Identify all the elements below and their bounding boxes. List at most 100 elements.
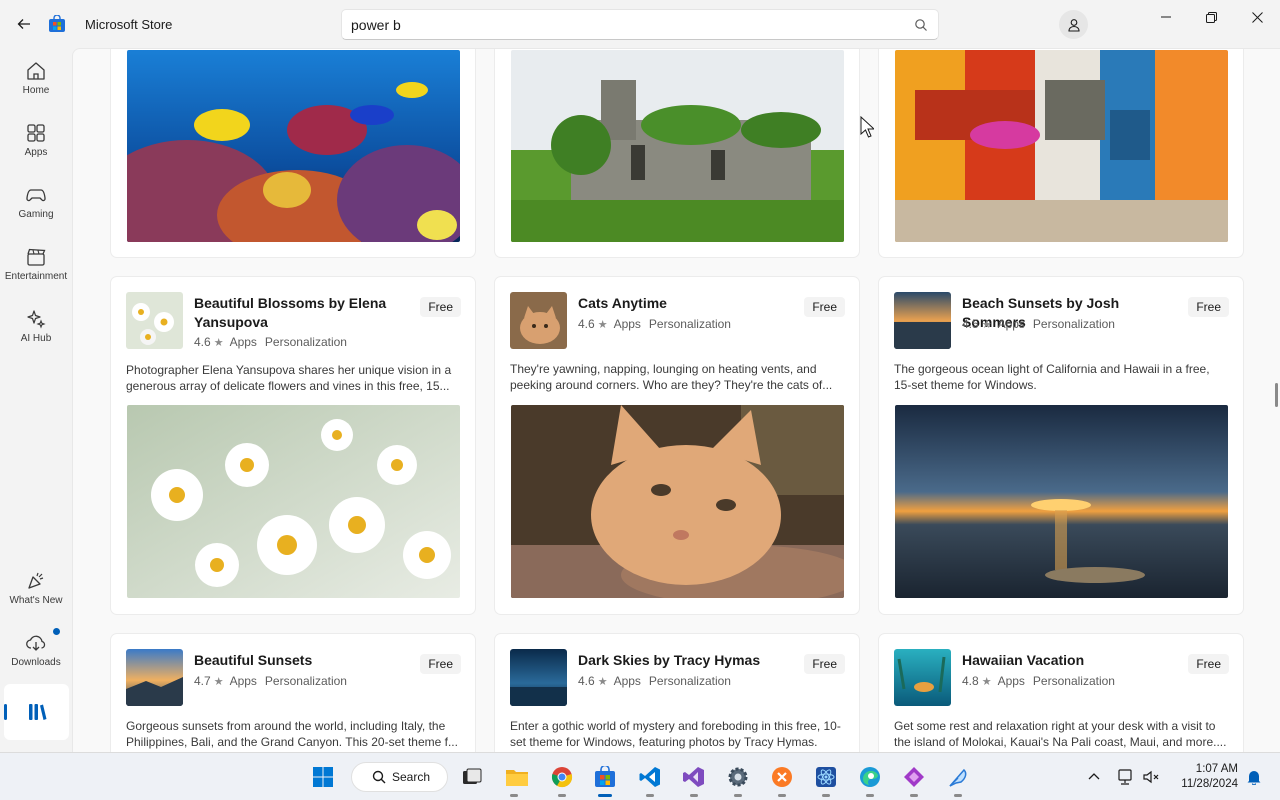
search-icon — [372, 770, 386, 784]
star-icon: ★ — [981, 319, 992, 331]
visual-studio-icon — [683, 767, 704, 787]
show-hidden-icons-button[interactable] — [1080, 763, 1108, 791]
task-view-icon — [463, 768, 482, 784]
maximize-button[interactable] — [1193, 6, 1229, 28]
app-meta: 4.6 ★ Apps Personalization — [578, 674, 731, 688]
sidebar-item-entertainment[interactable]: Entertainment — [0, 244, 72, 302]
entertainment-icon — [27, 248, 46, 266]
ai-hub-icon — [27, 310, 46, 329]
user-account-button[interactable] — [1059, 10, 1088, 39]
sidebar-item-gaming[interactable]: Gaming — [0, 182, 72, 240]
taskbar-app-store[interactable] — [591, 763, 619, 791]
search-results-content: Beautiful Blossoms by Elena Yansupova Fr… — [72, 48, 1280, 752]
category: Apps — [613, 317, 641, 331]
app-description: Gorgeous sunsets from around the world, … — [126, 719, 458, 749]
app-description: Enter a gothic world of mystery and fore… — [510, 719, 841, 749]
result-card[interactable] — [494, 49, 860, 258]
volume-muted-icon — [1143, 770, 1159, 784]
rating: 4.8 — [962, 674, 979, 688]
result-card[interactable] — [878, 49, 1244, 258]
clock[interactable]: 1:07 AM 11/28/2024 — [1170, 762, 1238, 792]
taskbar-search[interactable]: Search — [351, 762, 448, 792]
card-image-stone-ruin — [511, 50, 844, 242]
subcategory: Personalization — [264, 674, 347, 688]
taskbar-app-settings[interactable] — [724, 763, 752, 791]
running-indicator — [646, 794, 654, 797]
app-title[interactable]: Beautiful Sunsets — [194, 651, 404, 670]
sidebar-item-ai-hub[interactable]: AI Hub — [0, 306, 72, 364]
star-icon: ★ — [213, 676, 224, 688]
app-title[interactable]: Cats Anytime — [578, 294, 788, 313]
close-button[interactable] — [1239, 6, 1275, 28]
app-icon — [894, 292, 951, 349]
library-icon — [28, 704, 46, 720]
price-badge[interactable]: Free — [1188, 297, 1229, 317]
rating: 4.6 — [578, 317, 595, 331]
taskbar-search-label: Search — [392, 770, 431, 784]
search-icon[interactable] — [914, 18, 928, 32]
app-icon — [894, 649, 951, 706]
sidebar-item-library[interactable] — [4, 684, 69, 740]
taskbar-app-power-apps[interactable] — [900, 763, 928, 791]
gaming-icon — [26, 189, 46, 202]
sidebar-item-label: Downloads — [11, 657, 61, 668]
back-button[interactable] — [10, 10, 38, 38]
result-card[interactable]: Dark Skies by Tracy Hymas Free 4.6 ★ Apps P… — [494, 633, 860, 752]
app-title[interactable]: Beautiful Blossoms by Elena Yansupova — [194, 294, 404, 332]
sidebar-item-apps[interactable]: Apps — [0, 120, 72, 178]
whats-new-icon — [28, 572, 44, 589]
app-icon — [126, 649, 183, 706]
rating: 4.7 — [194, 674, 211, 688]
store-icon — [595, 766, 615, 787]
price-badge[interactable]: Free — [804, 297, 845, 317]
result-card[interactable]: Cats Anytime Free 4.6 ★ Apps Personalizatio… — [494, 276, 860, 615]
volume-button[interactable] — [1137, 763, 1165, 791]
minimize-button[interactable] — [1148, 6, 1184, 28]
app-title[interactable]: Hawaiian Vacation — [962, 651, 1172, 670]
sidebar-item-label: Home — [22, 85, 50, 96]
card-image-coral-reef — [127, 50, 460, 242]
power-apps-icon — [904, 767, 924, 787]
search-input[interactable] — [351, 16, 891, 34]
taskbar-app-feather[interactable] — [944, 763, 972, 791]
taskbar-app-edge[interactable] — [856, 763, 884, 791]
taskbar-app-react[interactable] — [812, 763, 840, 791]
result-card[interactable]: Beach Sunsets by Josh Sommers Free 4.5 ★ A… — [878, 276, 1244, 615]
taskbar-app-vscode[interactable] — [636, 763, 664, 791]
result-card[interactable] — [110, 49, 476, 258]
taskbar-app-xampp[interactable] — [768, 763, 796, 791]
result-card[interactable]: Beautiful Sunsets Free 4.7 ★ Apps Personali… — [110, 633, 476, 752]
clock-date: 11/28/2024 — [1181, 778, 1238, 790]
price-badge[interactable]: Free — [1188, 654, 1229, 674]
category: Apps — [997, 317, 1025, 331]
result-card[interactable]: Hawaiian Vacation Free 4.8 ★ Apps Personali… — [878, 633, 1244, 752]
price-badge[interactable]: Free — [804, 654, 845, 674]
running-indicator — [734, 794, 742, 797]
price-badge[interactable]: Free — [420, 654, 461, 674]
scrollbar-thumb[interactable] — [1275, 383, 1278, 407]
sidebar-item-label: AI Hub — [20, 333, 52, 344]
sidebar-item-whats-new[interactable]: What's New — [0, 568, 72, 626]
search-box[interactable] — [341, 9, 939, 40]
network-icon — [1118, 769, 1132, 785]
downloads-icon — [26, 635, 46, 651]
app-icon — [510, 292, 567, 349]
app-title[interactable]: Dark Skies by Tracy Hymas — [578, 651, 788, 670]
result-card[interactable]: Beautiful Blossoms by Elena Yansupova Fr… — [110, 276, 476, 615]
taskbar-app-task-view[interactable] — [458, 763, 486, 791]
notifications-button[interactable] — [1240, 763, 1268, 791]
sidebar: Home Apps Gaming Entertainment AI Hub Wh… — [0, 48, 72, 752]
sidebar-item-downloads[interactable]: Downloads — [0, 630, 72, 688]
mouse-cursor-icon — [860, 116, 874, 138]
taskbar-app-file-explorer[interactable] — [503, 763, 531, 791]
sidebar-item-home[interactable]: Home — [0, 58, 72, 116]
price-badge[interactable]: Free — [420, 297, 461, 317]
network-button[interactable] — [1111, 763, 1139, 791]
app-title: Microsoft Store — [85, 17, 173, 32]
chrome-icon — [551, 767, 573, 788]
running-indicator — [866, 794, 874, 797]
start-button[interactable] — [309, 763, 337, 791]
star-icon: ★ — [597, 319, 608, 331]
taskbar-app-visual-studio[interactable] — [680, 763, 708, 791]
taskbar-app-chrome[interactable] — [548, 763, 576, 791]
